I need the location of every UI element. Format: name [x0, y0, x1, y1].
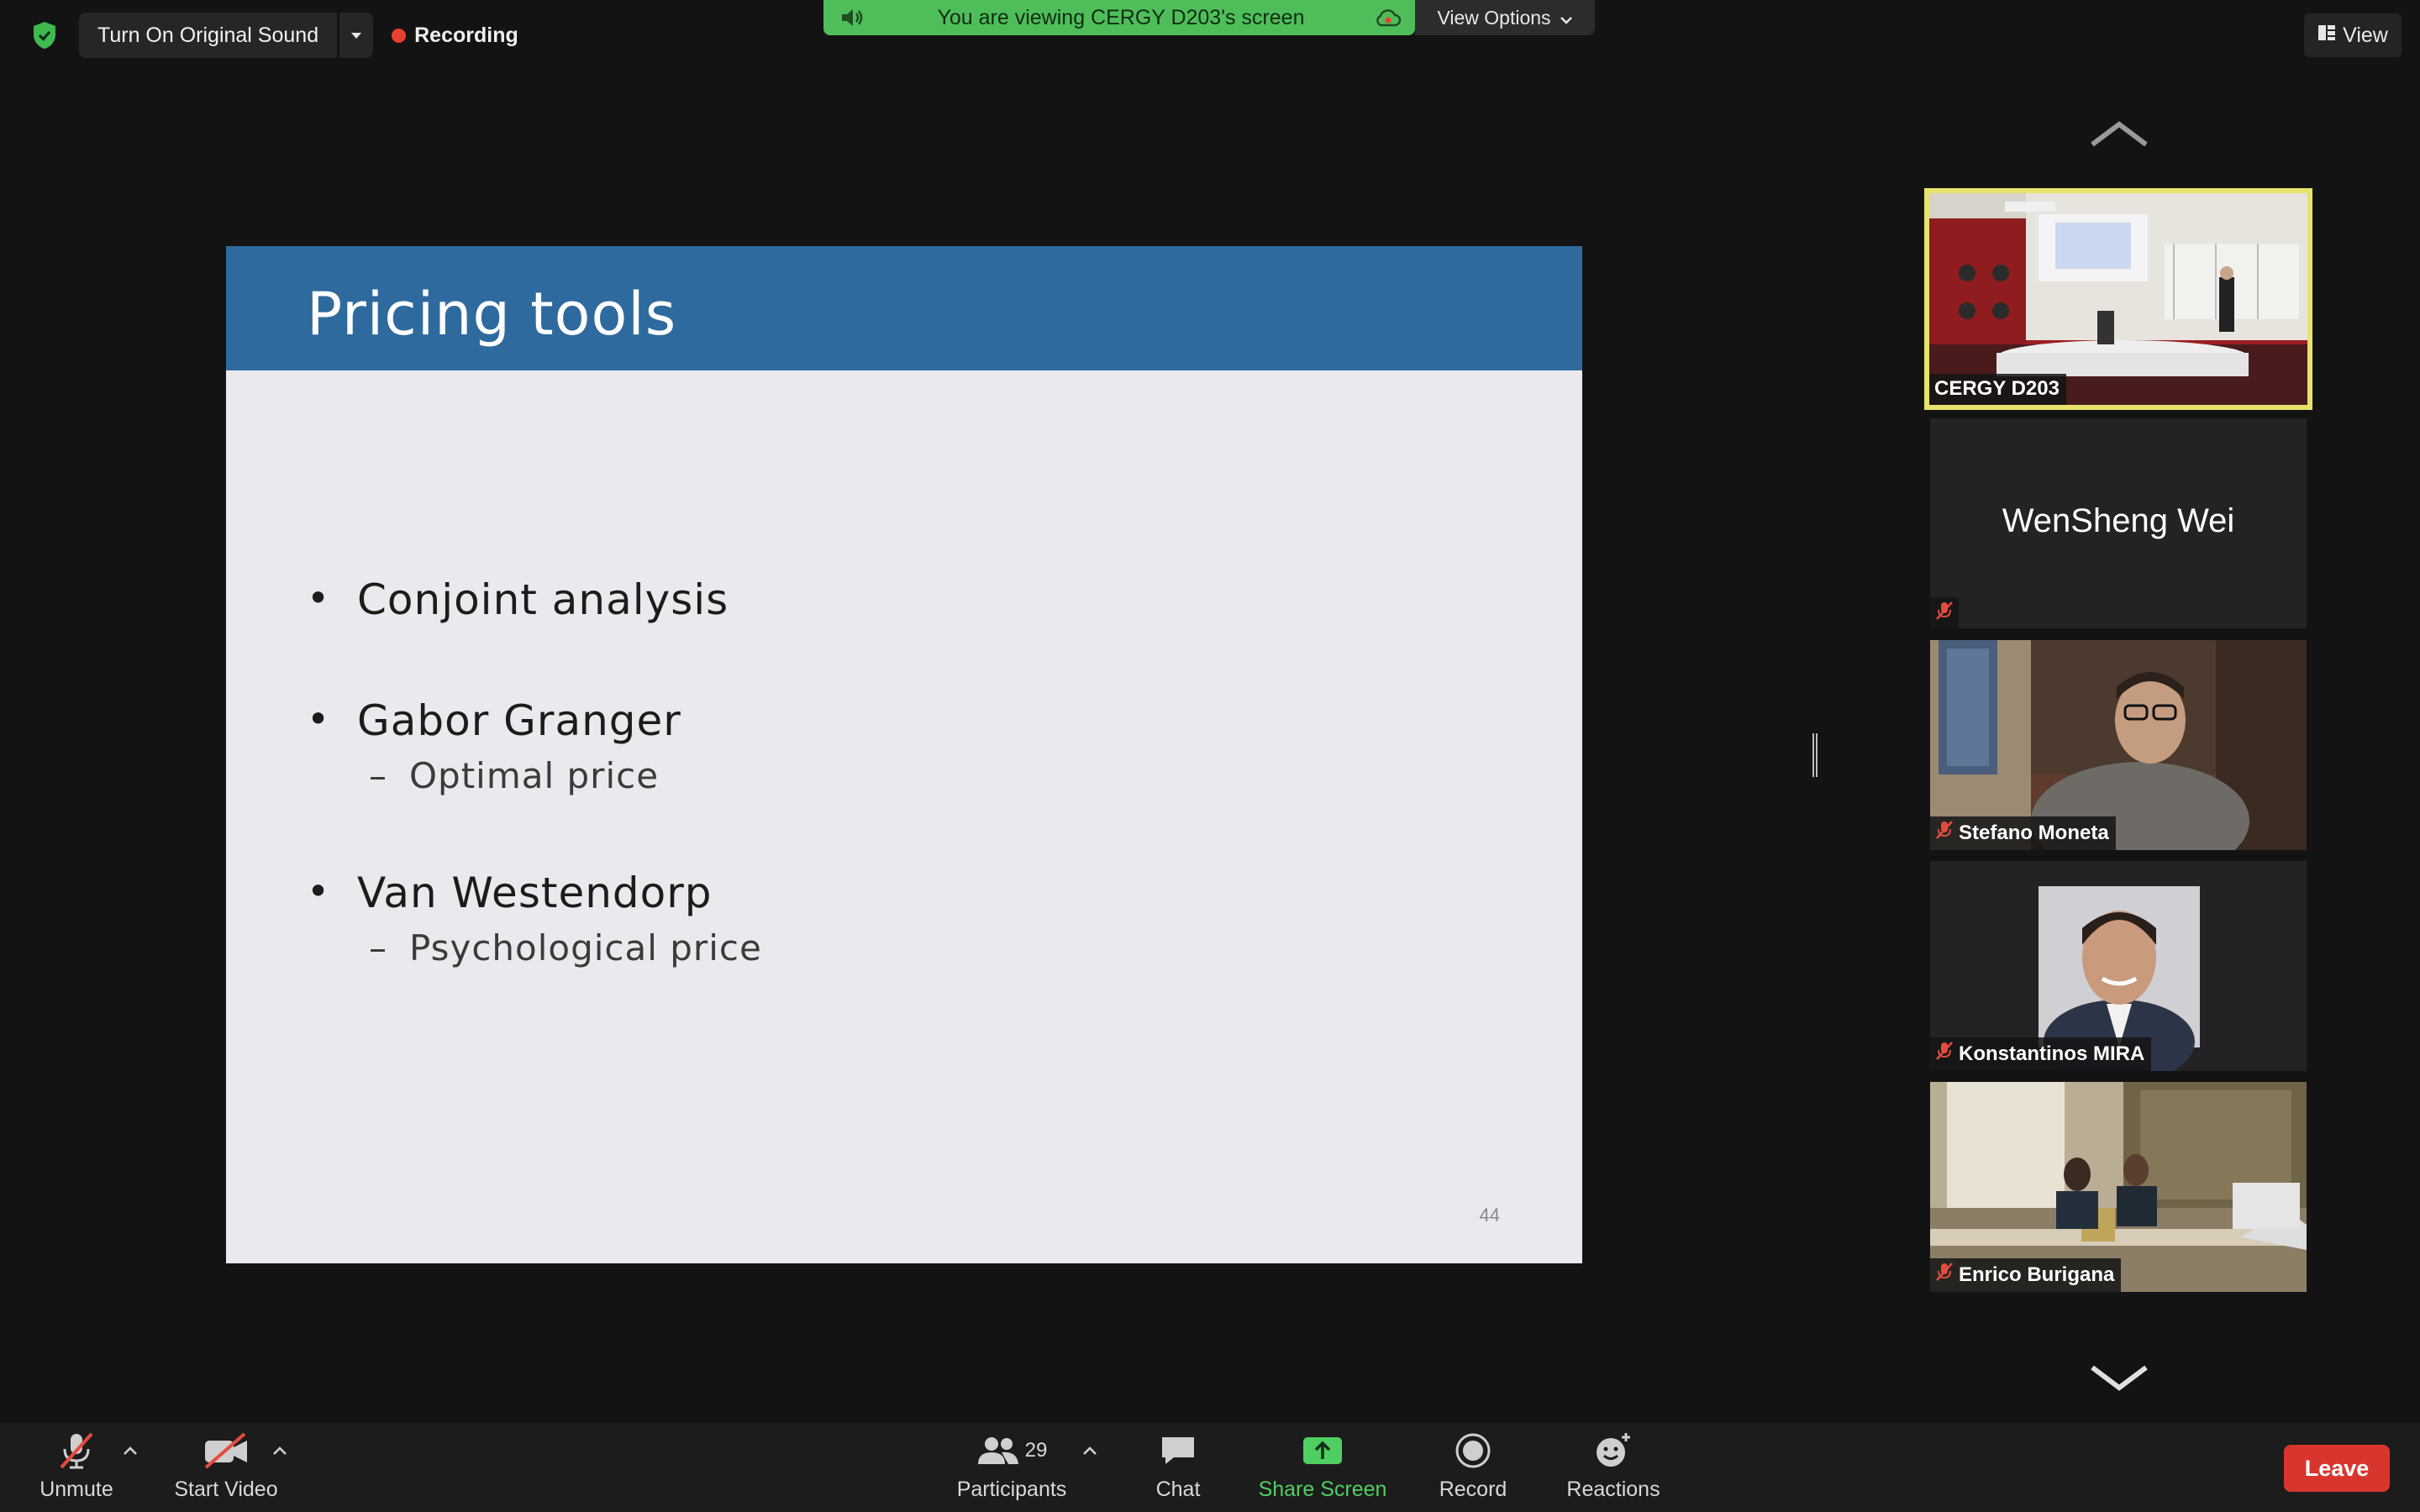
view-button[interactable]: View: [2304, 13, 2402, 57]
slide-page-number: 44: [1479, 1205, 1500, 1226]
muted-mic-icon: [1935, 1262, 1954, 1288]
participant-name-label: Stefano Moneta: [1930, 816, 2116, 850]
participant-name: WenSheng Wei: [2002, 502, 2235, 539]
participants-icon: 29: [976, 1429, 1048, 1473]
recording-indicator[interactable]: Recording: [392, 24, 518, 48]
participants-label: Participants: [956, 1478, 1067, 1501]
muted-microphone-icon: [56, 1429, 97, 1473]
slide-sub-bullet-text: Psychological price: [409, 927, 762, 969]
unmute-button[interactable]: Unmute: [34, 1423, 119, 1512]
chat-label: Chat: [1155, 1478, 1201, 1501]
view-options-label: View Options: [1437, 6, 1551, 29]
participants-button[interactable]: 29 Participants: [948, 1423, 1076, 1512]
sub-bullet-dash: –: [369, 755, 387, 796]
muted-mic-icon: [1930, 597, 1959, 628]
panel-resize-handle[interactable]: [1812, 733, 1818, 777]
encryption-shield-icon[interactable]: [24, 15, 66, 55]
sub-bullet-dash: –: [369, 927, 387, 969]
record-icon: [1455, 1429, 1491, 1473]
recording-label: Recording: [414, 23, 518, 47]
slide-sub-bullet: – Optimal price: [307, 755, 1582, 806]
slide-bullet: Gabor Granger: [307, 696, 1582, 755]
slide-sub-bullet: – Psychological price: [307, 927, 1582, 978]
scroll-down-chevron-icon[interactable]: [2089, 1361, 2149, 1394]
viewing-banner: You are viewing CERGY D203's screen: [823, 0, 1415, 35]
participant-name: CERGY D203: [1934, 377, 2060, 400]
chat-bubble-icon: [1159, 1429, 1197, 1473]
cloud-recording-icon: [1373, 8, 1402, 28]
participant-name: Enrico Burigana: [1959, 1263, 2115, 1286]
grid-view-icon: [2317, 24, 2336, 48]
video-tile-stefano-moneta[interactable]: Stefano Moneta: [1930, 640, 2307, 850]
slide-bullet: Van Westendorp: [307, 869, 1582, 927]
start-video-button[interactable]: Start Video: [166, 1423, 286, 1512]
unmute-label: Unmute: [39, 1478, 113, 1501]
scroll-up-chevron-icon[interactable]: [2089, 118, 2149, 151]
reactions-button[interactable]: Reactions: [1561, 1423, 1665, 1512]
record-button[interactable]: Record: [1432, 1423, 1514, 1512]
viewing-banner-text: You are viewing CERGY D203's screen: [937, 5, 1305, 29]
participants-options-caret-icon[interactable]: [1082, 1441, 1097, 1461]
audio-options-caret-icon[interactable]: [123, 1441, 138, 1461]
recording-dot-icon: [392, 28, 407, 43]
video-options-caret-icon[interactable]: [272, 1441, 287, 1461]
meeting-toolbar: Unmute Start Video 29 Participants Chat …: [0, 1423, 2420, 1512]
speaker-icon[interactable]: [840, 8, 869, 28]
muted-mic-icon: [1935, 820, 1954, 846]
slide-title: Pricing tools: [307, 280, 677, 349]
share-screen-arrow-icon: [1302, 1429, 1344, 1473]
participant-name: Stefano Moneta: [1959, 821, 2109, 844]
reactions-label: Reactions: [1566, 1478, 1660, 1501]
participant-name-label: Enrico Burigana: [1930, 1258, 2122, 1292]
slide-header: Pricing tools: [226, 246, 1582, 370]
muted-mic-icon: [1935, 1041, 1954, 1067]
record-label: Record: [1439, 1478, 1507, 1501]
chat-button[interactable]: Chat: [1143, 1423, 1213, 1512]
reactions-emoji-icon: [1594, 1429, 1633, 1473]
share-screen-button[interactable]: Share Screen: [1255, 1423, 1390, 1512]
slide-bullet-list: Conjoint analysis Gabor Granger –Optimal…: [307, 575, 1582, 978]
shared-screen-slide: Pricing tools Conjoint analysis Gabor Gr…: [226, 246, 1582, 1263]
view-label: View: [2343, 23, 2388, 47]
original-sound-button[interactable]: Turn On Original Sound: [79, 13, 338, 58]
view-options-button[interactable]: View Options: [1415, 0, 1595, 35]
participant-name: Konstantinos MIRA: [1959, 1042, 2145, 1065]
slide-bullet: Conjoint analysis: [307, 575, 1582, 634]
participants-count: 29: [1024, 1439, 1048, 1462]
original-sound-control: Turn On Original Sound: [79, 13, 374, 58]
video-tile-konstantinos-mira[interactable]: Konstantinos MIRA: [1930, 861, 2307, 1071]
participant-name-label: CERGY D203: [1929, 374, 2066, 405]
leave-button[interactable]: Leave: [2284, 1445, 2390, 1492]
participant-name-label: Konstantinos MIRA: [1930, 1037, 2152, 1071]
video-off-icon: [203, 1429, 250, 1473]
video-tile-wensheng-wei[interactable]: WenSheng Wei: [1930, 418, 2307, 628]
start-video-label: Start Video: [174, 1478, 278, 1501]
video-tile-cergy-d203[interactable]: CERGY D203: [1924, 188, 2312, 410]
original-sound-dropdown-icon[interactable]: [339, 13, 374, 58]
chevron-down-icon: [1560, 7, 1573, 29]
video-tile-enrico-burigana[interactable]: Enrico Burigana: [1930, 1082, 2307, 1292]
slide-sub-bullet-text: Optimal price: [409, 755, 660, 796]
top-left-controls: Turn On Original Sound Recording: [24, 13, 518, 58]
share-screen-label: Share Screen: [1258, 1478, 1387, 1501]
